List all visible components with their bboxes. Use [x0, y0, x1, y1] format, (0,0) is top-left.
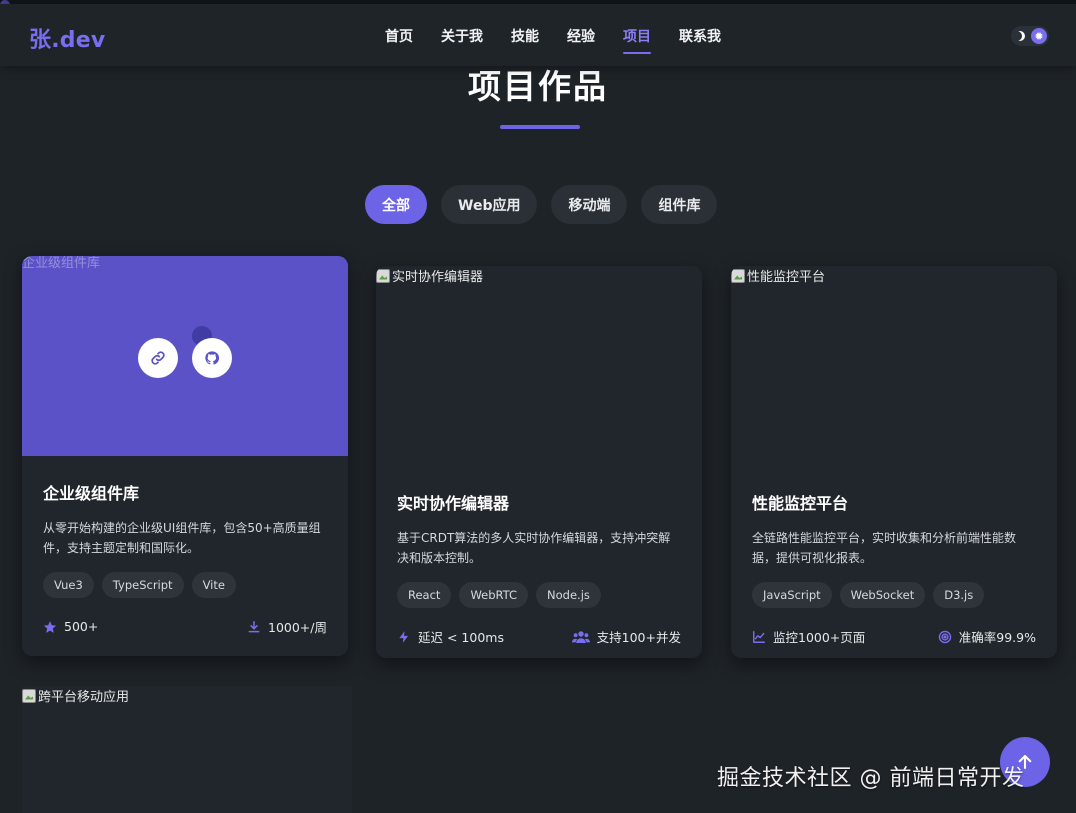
image-alt-text: 性能监控平台 [731, 266, 825, 285]
tech-tag: TypeScript [101, 572, 184, 598]
project-tags: Vue3 TypeScript Vite [43, 572, 327, 598]
stat-downloads: 1000+/周 [247, 617, 327, 636]
filter-mobile-button[interactable]: 移动端 [551, 185, 628, 224]
project-description: 从零开始构建的企业级UI组件库，包含50+高质量组件，支持主题定制和国际化。 [43, 521, 321, 555]
project-card-body: 实时协作编辑器 基于CRDT算法的多人实时协作编辑器，支持冲突解决和版本控制。 … [376, 466, 702, 646]
project-stats: 延迟 < 100ms 支持100+并发 [397, 627, 681, 646]
tech-tag: Vite [191, 572, 236, 598]
logo[interactable]: 张.dev [29, 22, 105, 54]
project-description: 基于CRDT算法的多人实时协作编辑器，支持冲突解决和版本控制。 [397, 531, 671, 565]
theme-toggle[interactable]: ✹ [1011, 26, 1049, 46]
project-image: 企业级组件库 [22, 256, 348, 456]
chart-line-icon [752, 630, 766, 644]
users-icon [571, 630, 590, 644]
nav-link-home[interactable]: 首页 [385, 26, 413, 46]
project-title: 性能监控平台 [752, 494, 849, 513]
image-alt-text: 企业级组件库 [22, 256, 101, 271]
project-card[interactable]: 实时协作编辑器 实时协作编辑器 基于CRDT算法的多人实时协作编辑器，支持冲突解… [376, 266, 702, 658]
project-card[interactable]: 性能监控平台 性能监控平台 全链路性能监控平台，实时收集和分析前端性能数据，提供… [731, 266, 1057, 658]
tech-tag: D3.js [933, 582, 985, 608]
stat-accuracy: 准确率99.9% [938, 627, 1036, 646]
tech-tag: WebSocket [839, 582, 926, 608]
demo-link-button[interactable] [138, 338, 178, 378]
stat-stars: 500+ [43, 617, 98, 636]
tech-tag: JavaScript [752, 582, 832, 608]
stat-latency: 延迟 < 100ms [397, 627, 504, 646]
github-button[interactable] [192, 338, 232, 378]
nav-link-skills[interactable]: 技能 [511, 26, 539, 46]
project-filters: 全部 Web应用 移动端 组件库 [365, 185, 718, 224]
overlay-actions [138, 338, 232, 378]
stat-text: 监控1000+页面 [773, 630, 866, 645]
broken-image-icon [376, 268, 390, 283]
star-icon [43, 620, 57, 634]
stat-text: 准确率99.9% [958, 630, 1036, 645]
nav-link-about[interactable]: 关于我 [441, 26, 483, 46]
title-underline [500, 125, 580, 129]
tech-tag: Node.js [536, 582, 601, 608]
nav-link-contact[interactable]: 联系我 [679, 26, 721, 46]
filter-all-button[interactable]: 全部 [365, 185, 427, 224]
project-card[interactable]: 跨平台移动应用 [22, 686, 352, 813]
broken-image-icon [731, 268, 745, 283]
watermark: 掘金技术社区 @ 前端日常开发 [717, 766, 1025, 791]
tech-tag: Vue3 [43, 572, 94, 598]
stat-text: 支持100+并发 [596, 630, 681, 645]
moon-icon [1015, 31, 1025, 41]
project-tags: React WebRTC Node.js [397, 582, 681, 608]
project-image: 性能监控平台 [731, 266, 1057, 466]
project-image: 实时协作编辑器 [376, 266, 702, 466]
broken-image-icon [22, 688, 36, 703]
filter-web-button[interactable]: Web应用 [441, 185, 538, 224]
stat-text: 500+ [64, 619, 99, 634]
sun-icon: ✹ [1031, 28, 1047, 44]
github-icon [205, 351, 220, 365]
project-title: 实时协作编辑器 [397, 494, 510, 513]
project-title: 企业级组件库 [43, 484, 140, 503]
project-tags: JavaScript WebSocket D3.js [752, 582, 1036, 608]
image-alt-label: 跨平台移动应用 [38, 690, 130, 705]
image-alt-label: 实时协作编辑器 [392, 270, 484, 285]
stat-text: 延迟 < 100ms [418, 630, 504, 645]
nav-link-projects[interactable]: 项目 [623, 26, 651, 54]
image-alt-text: 实时协作编辑器 [376, 266, 483, 285]
image-alt-text: 跨平台移动应用 [22, 686, 129, 705]
bolt-icon [397, 630, 411, 644]
project-stats: 监控1000+页面 准确率99.9% [752, 627, 1036, 646]
project-overlay: 企业级组件库 [22, 256, 348, 456]
stat-pages: 监控1000+页面 [752, 627, 865, 646]
stat-concurrency: 支持100+并发 [571, 627, 681, 646]
project-card-body: 企业级组件库 从零开始构建的企业级UI组件库，包含50+高质量组件，支持主题定制… [22, 456, 348, 636]
image-alt-label: 性能监控平台 [747, 270, 826, 285]
download-icon [247, 620, 261, 634]
nav-link-experience[interactable]: 经验 [567, 26, 595, 46]
stat-text: 1000+/周 [268, 620, 327, 635]
tech-tag: WebRTC [459, 582, 529, 608]
filter-components-button[interactable]: 组件库 [641, 185, 718, 224]
section-title: 项目作品 [468, 67, 608, 106]
project-description: 全链路性能监控平台，实时收集和分析前端性能数据，提供可视化报表。 [752, 531, 1017, 565]
target-icon [938, 630, 952, 644]
project-card-body: 性能监控平台 全链路性能监控平台，实时收集和分析前端性能数据，提供可视化报表。 … [731, 466, 1057, 646]
project-card[interactable]: 企业级组件库 企业级组件库 从零开始构建的企业级UI组件库，包含50+高质量组件… [22, 256, 348, 656]
link-icon [151, 351, 165, 365]
project-stats: 500+ 1000+/周 [43, 617, 327, 636]
navbar: 张.dev 首页 关于我 技能 经验 项目 联系我 ✹ [0, 4, 1076, 66]
tech-tag: React [397, 582, 452, 608]
nav-links: 首页 关于我 技能 经验 项目 联系我 [385, 26, 721, 54]
